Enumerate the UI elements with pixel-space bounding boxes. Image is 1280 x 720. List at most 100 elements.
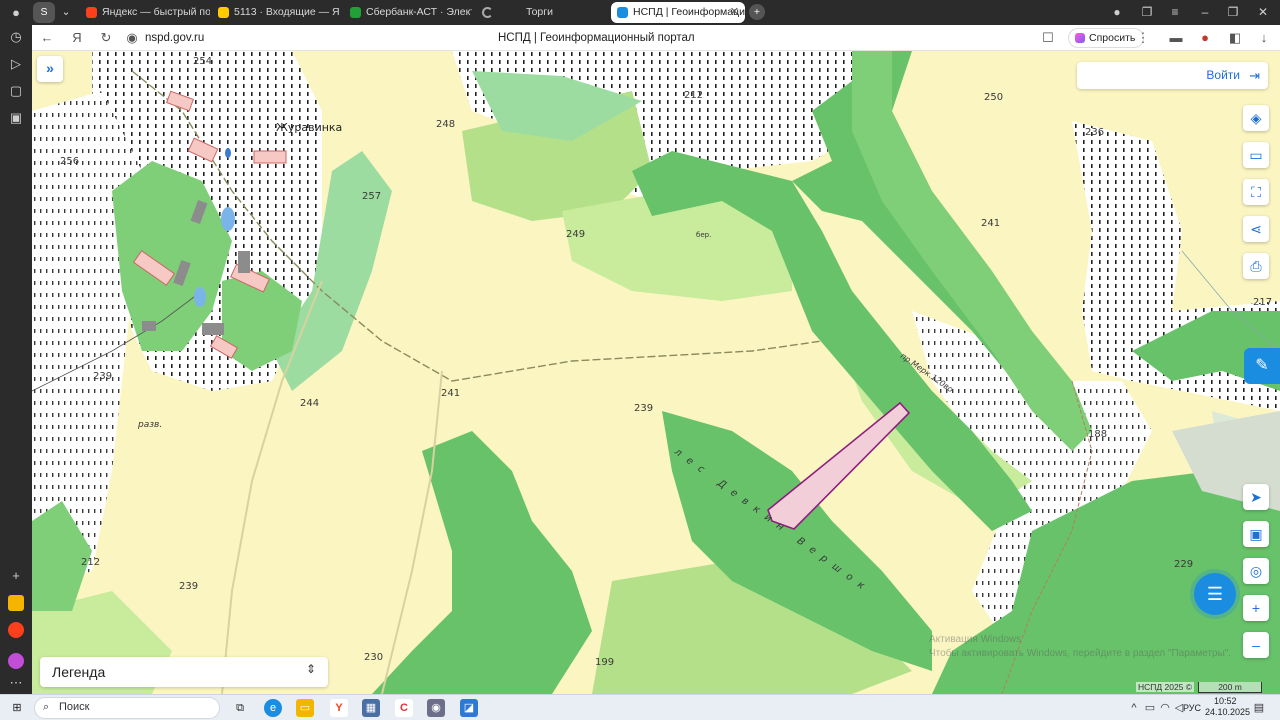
windows-start-icon[interactable]: ⊞ xyxy=(8,699,26,717)
close-window-icon[interactable]: ✕ xyxy=(1255,4,1271,20)
calculator-icon[interactable]: ▦ xyxy=(362,699,380,717)
extension-icon[interactable]: ● xyxy=(1197,30,1213,46)
counter-icon[interactable]: ▢ xyxy=(8,83,24,99)
tab-strip: S ⌄ Яндекс — быстрый поиск 5113 · Входящ… xyxy=(32,0,1280,25)
app-icon[interactable]: ◉ xyxy=(427,699,445,717)
area-select-icon[interactable]: ⛶ xyxy=(1243,179,1269,205)
back-icon[interactable]: ← xyxy=(39,30,55,46)
feedback-side-tab[interactable]: ✎ xyxy=(1244,348,1280,384)
notifications-icon[interactable]: ▤ xyxy=(1252,699,1266,717)
task-view-icon[interactable]: ⧉ xyxy=(231,699,249,717)
downloads-icon[interactable]: ↓ xyxy=(1256,30,1272,46)
expand-panel-button[interactable]: » xyxy=(37,56,63,82)
height-label: 230 xyxy=(364,652,383,663)
new-tab-button[interactable]: + xyxy=(749,4,765,20)
tab-nspd[interactable]: НСПД | Геоинформацио ✕ xyxy=(611,2,745,23)
close-tab-icon[interactable]: ✕ xyxy=(730,2,739,23)
yandex-app-icon[interactable] xyxy=(8,622,24,638)
height-label: 254 xyxy=(193,56,212,67)
ruler-icon[interactable]: ▭ xyxy=(1243,142,1269,168)
more-options-icon[interactable]: ⋮ xyxy=(1135,30,1151,46)
map-canvas[interactable]: 254 256 248 257 249 212 250 236 241 241 … xyxy=(32,51,1280,694)
ask-button[interactable]: Спросить xyxy=(1068,28,1145,48)
media-icon[interactable]: ▷ xyxy=(8,56,24,72)
account-icon[interactable]: ● xyxy=(1109,4,1125,20)
loading-icon xyxy=(482,7,493,18)
wifi-icon[interactable]: ◠ xyxy=(1159,699,1171,717)
favicon xyxy=(617,7,628,18)
ruins-label: разв. xyxy=(137,420,162,430)
height-label: 236 xyxy=(1085,127,1104,138)
history-icon[interactable]: ◷ xyxy=(8,29,24,45)
favicon xyxy=(218,7,229,18)
reload-icon[interactable]: ↻ xyxy=(98,30,114,46)
tab-yandex[interactable]: Яндекс — быстрый поиск xyxy=(80,2,210,23)
clock-date[interactable]: 24.10.2025 xyxy=(1205,707,1250,717)
app-c-icon[interactable]: C xyxy=(395,699,413,717)
tab-torgi[interactable]: Торги xyxy=(476,2,606,23)
minimize-icon[interactable]: – xyxy=(1197,4,1213,20)
chat-button[interactable]: ☰ xyxy=(1194,573,1236,615)
login-button[interactable]: Войти ⇥ xyxy=(1077,62,1268,89)
navigate-icon[interactable]: ➤ xyxy=(1243,484,1269,510)
login-icon: ⇥ xyxy=(1249,68,1260,83)
alice-icon[interactable] xyxy=(8,653,24,669)
tab-group-icon[interactable]: S xyxy=(33,2,55,23)
url-field[interactable]: nspd.gov.ru xyxy=(145,30,204,46)
height-label: 212 xyxy=(684,90,703,101)
village-label: Журавинка xyxy=(276,121,342,134)
app-icon[interactable] xyxy=(8,595,24,611)
windows-activation-text: Чтобы активировать Windows, перейдите в … xyxy=(929,648,1232,659)
selected-land-parcel[interactable] xyxy=(767,401,911,530)
height-label: 248 xyxy=(436,119,455,130)
login-label: Войти xyxy=(1206,68,1240,82)
profile-icon[interactable]: ● xyxy=(8,5,24,21)
height-label: 239 xyxy=(634,403,653,414)
height-label: 239 xyxy=(93,371,112,382)
height-label: 239 xyxy=(179,581,198,592)
height-label: 241 xyxy=(441,388,460,399)
restore-icon[interactable]: ❐ xyxy=(1225,4,1241,20)
height-label: 188 xyxy=(1088,429,1107,440)
layers-icon[interactable]: ◈ xyxy=(1243,105,1269,131)
expand-icon: ⇕ xyxy=(305,662,316,676)
height-label: 199 xyxy=(595,657,614,668)
page-title: НСПД | Геоинформационный портал xyxy=(498,32,695,44)
zoom-out-button[interactable]: – xyxy=(1243,632,1269,658)
minimap-icon[interactable]: ▣ xyxy=(1243,521,1269,547)
legend-label: Легенда xyxy=(52,664,106,680)
file-explorer-icon[interactable]: ▭ xyxy=(296,699,314,717)
more-icon[interactable]: ⋯ xyxy=(8,675,24,691)
map-layer: 254 256 248 257 249 212 250 236 241 241 … xyxy=(32,51,1280,694)
app-icon[interactable]: ◪ xyxy=(460,699,478,717)
height-label: 212 xyxy=(81,557,100,568)
extension-icon[interactable]: ▬ xyxy=(1168,30,1184,46)
height-label: 217 xyxy=(1253,297,1272,308)
share-icon[interactable]: ⋖ xyxy=(1243,216,1269,242)
geolocation-icon[interactable]: ◎ xyxy=(1243,558,1269,584)
chevron-down-icon[interactable]: ⌄ xyxy=(57,2,75,23)
tab-mail[interactable]: 5113 · Входящие — Яндекс xyxy=(212,2,340,23)
edge-icon[interactable]: e xyxy=(264,699,282,717)
tab-sberbank[interactable]: Сбербанк-АСТ · Электрон xyxy=(344,2,472,23)
add-panel-icon[interactable]: + xyxy=(8,568,24,584)
taskbar-search[interactable]: ⌕ Поиск xyxy=(34,697,220,719)
height-label: 250 xyxy=(984,92,1003,103)
clock-time[interactable]: 10:52 xyxy=(1214,696,1237,706)
zoom-in-button[interactable]: + xyxy=(1243,595,1269,621)
language-indicator[interactable]: РУС xyxy=(1180,699,1204,717)
network-icon[interactable]: ▭ xyxy=(1144,699,1156,717)
bookmark-icon[interactable]: ☐ xyxy=(1040,30,1056,46)
screenshot-icon[interactable]: ▣ xyxy=(8,110,24,126)
height-label: 257 xyxy=(362,191,381,202)
collections-icon[interactable]: ❐ xyxy=(1139,4,1155,20)
tray-chevron-icon[interactable]: ^ xyxy=(1128,699,1140,717)
legend-dropdown[interactable]: Легенда ⇕ xyxy=(40,657,328,687)
print-icon[interactable]: ⎙ xyxy=(1243,253,1269,279)
menu-icon[interactable]: ≡ xyxy=(1167,4,1183,20)
yandex-icon[interactable]: Я xyxy=(69,30,85,46)
yandex-browser-icon[interactable]: Y xyxy=(330,699,348,717)
height-label: 244 xyxy=(300,398,319,409)
site-info-icon[interactable]: ◉ xyxy=(124,30,140,46)
extension-icon[interactable]: ◧ xyxy=(1227,30,1243,46)
